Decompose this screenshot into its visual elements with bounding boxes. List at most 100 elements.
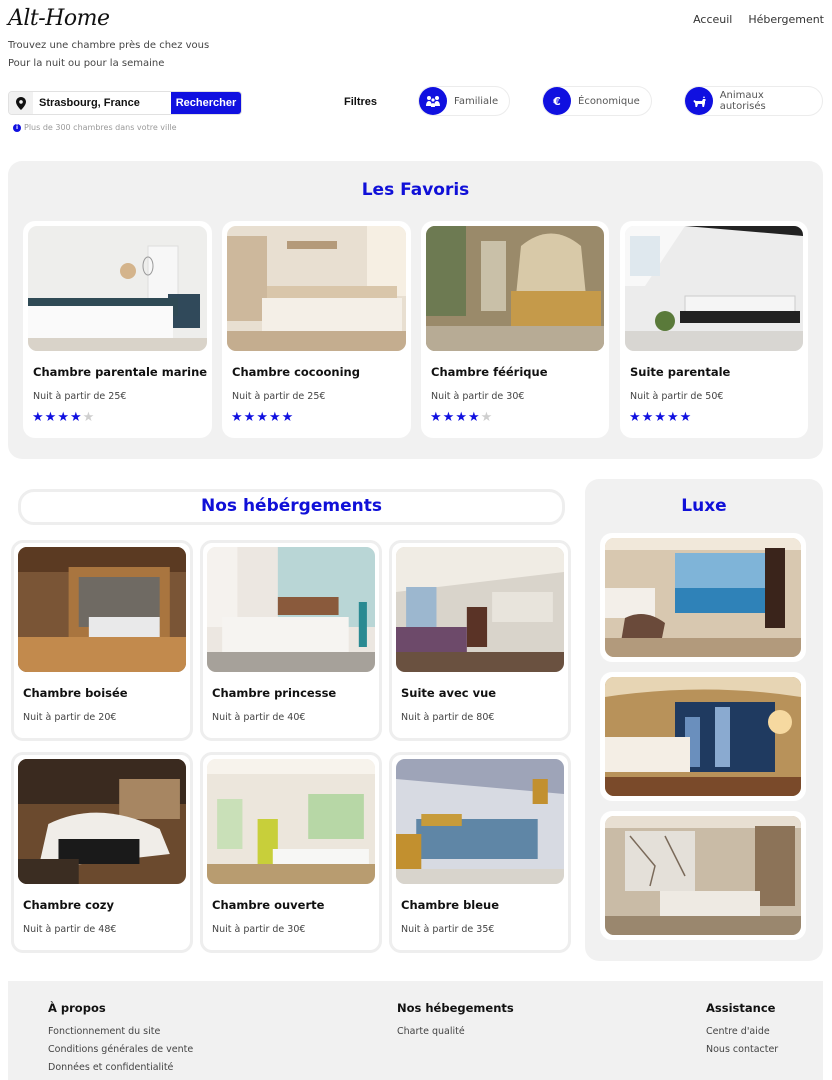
footer-link[interactable]: Conditions générales de vente bbox=[48, 1044, 193, 1055]
location-search-input[interactable] bbox=[33, 92, 171, 114]
room-price: Nuit à partir de 35€ bbox=[401, 924, 495, 935]
search-hint: i Plus de 300 chambres dans votre ville bbox=[13, 123, 177, 132]
star-icon: ★ bbox=[243, 410, 256, 425]
room-price: Nuit à partir de 30€ bbox=[212, 924, 306, 935]
filter-economique[interactable]: € Économique bbox=[542, 86, 652, 116]
site-footer: À propos Fonctionnement du site Conditio… bbox=[8, 981, 823, 1080]
room-photo bbox=[396, 547, 564, 672]
room-price: Nuit à partir de 80€ bbox=[401, 712, 495, 723]
room-photo bbox=[605, 538, 801, 657]
favoris-card[interactable]: Chambre cocooning Nuit à partir de 25€ ★… bbox=[222, 221, 411, 438]
footer-link[interactable]: Nous contacter bbox=[706, 1044, 778, 1055]
nos-hebergements-title: Nos hébérgements bbox=[201, 496, 382, 516]
main-nav: Acceuil Hébergement bbox=[693, 13, 824, 26]
filter-familiale-label: Familiale bbox=[454, 95, 499, 107]
star-icon: ★ bbox=[82, 410, 95, 425]
footer-col-hebergements: Nos hébegements Charte qualité bbox=[397, 1001, 514, 1044]
tagline-primary: Trouvez une chambre près de chez vous bbox=[8, 40, 210, 51]
star-icon: ★ bbox=[69, 410, 82, 425]
room-price: Nuit à partir de 25€ bbox=[33, 391, 127, 402]
hebergement-card[interactable]: Chambre cozy Nuit à partir de 48€ bbox=[11, 752, 193, 953]
nav-accueil-link[interactable]: Acceuil bbox=[693, 13, 732, 26]
footer-col-assistance: Assistance Centre d'aide Nous contacter bbox=[706, 1001, 778, 1062]
room-name: Chambre ouverte bbox=[212, 898, 325, 912]
room-name: Suite avec vue bbox=[401, 686, 497, 700]
filter-animaux[interactable]: Animaux autorisés bbox=[684, 86, 823, 116]
filters-label: Filtres bbox=[344, 96, 378, 108]
search-hint-text: Plus de 300 chambres dans votre ville bbox=[24, 123, 177, 132]
star-icon: ★ bbox=[654, 410, 666, 425]
footer-link[interactable]: Fonctionnement du site bbox=[48, 1026, 193, 1037]
room-photo bbox=[426, 226, 604, 351]
footer-heading: Assistance bbox=[706, 1001, 776, 1015]
star-icon: ★ bbox=[32, 410, 44, 425]
star-icon: ★ bbox=[641, 410, 654, 425]
footer-link[interactable]: Données et confidentialité bbox=[48, 1062, 193, 1073]
room-name: Chambre bleue bbox=[401, 898, 500, 912]
search-button[interactable]: Rechercher bbox=[171, 92, 241, 114]
room-name: Chambre boisée bbox=[23, 686, 128, 700]
room-name: Chambre féérique bbox=[431, 365, 548, 379]
footer-col-apropos: À propos Fonctionnement du site Conditio… bbox=[48, 1001, 193, 1080]
star-icon: ★ bbox=[467, 410, 480, 425]
tagline-secondary: Pour la nuit ou pour la semaine bbox=[8, 58, 165, 69]
filter-familiale[interactable]: Familiale bbox=[418, 86, 510, 116]
hebergement-card[interactable]: Chambre boisée Nuit à partir de 20€ bbox=[11, 540, 193, 741]
site-logo[interactable]: Alt-Home bbox=[8, 6, 110, 31]
luxe-card[interactable] bbox=[600, 811, 806, 940]
star-icon: ★ bbox=[430, 410, 442, 425]
star-icon: ★ bbox=[44, 410, 57, 425]
star-icon: ★ bbox=[268, 410, 281, 425]
location-pin-icon bbox=[9, 92, 33, 114]
room-photo bbox=[605, 816, 801, 935]
star-icon: ★ bbox=[442, 410, 455, 425]
room-photo bbox=[625, 226, 803, 351]
room-price: Nuit à partir de 25€ bbox=[232, 391, 326, 402]
luxe-card[interactable] bbox=[600, 533, 806, 662]
rating-stars: ★ ★ ★ ★ ★ bbox=[629, 411, 803, 424]
star-icon: ★ bbox=[57, 410, 69, 425]
star-icon: ★ bbox=[455, 410, 467, 425]
room-photo bbox=[18, 759, 186, 884]
rating-stars: ★ ★ ★ ★ ★ bbox=[430, 411, 604, 424]
luxe-title: Luxe bbox=[681, 496, 727, 516]
star-icon: ★ bbox=[629, 410, 641, 425]
room-photo bbox=[227, 226, 406, 351]
room-photo bbox=[28, 226, 207, 351]
pet-icon bbox=[685, 87, 713, 115]
star-icon: ★ bbox=[281, 410, 294, 425]
room-photo bbox=[605, 677, 801, 796]
star-icon: ★ bbox=[231, 410, 243, 425]
room-name: Chambre cocooning bbox=[232, 365, 360, 379]
filter-economique-label: Économique bbox=[578, 95, 640, 107]
room-name: Chambre princesse bbox=[212, 686, 337, 700]
rating-stars: ★ ★ ★ ★ ★ bbox=[231, 411, 406, 424]
hebergement-card[interactable]: Suite avec vue Nuit à partir de 80€ bbox=[389, 540, 571, 741]
footer-heading: Nos hébegements bbox=[397, 1001, 514, 1015]
star-icon: ★ bbox=[679, 410, 692, 425]
star-icon: ★ bbox=[480, 410, 493, 425]
search-bar: Rechercher bbox=[8, 91, 242, 115]
hebergement-card[interactable]: Chambre princesse Nuit à partir de 40€ bbox=[200, 540, 382, 741]
favoris-card[interactable]: Chambre parentale marine Nuit à partir d… bbox=[23, 221, 212, 438]
favoris-title: Les Favoris bbox=[361, 180, 470, 200]
room-name: Chambre parentale marine bbox=[33, 365, 208, 379]
room-photo bbox=[396, 759, 564, 884]
filter-animaux-label: Animaux autorisés bbox=[719, 90, 766, 112]
room-price: Nuit à partir de 48€ bbox=[23, 924, 117, 935]
room-name: Chambre cozy bbox=[23, 898, 114, 912]
room-name: Suite parentale bbox=[630, 365, 731, 379]
favoris-card[interactable]: Suite parentale Nuit à partir de 50€ ★ ★ ★… bbox=[620, 221, 808, 438]
hebergement-card[interactable]: Chambre bleue Nuit à partir de 35€ bbox=[389, 752, 571, 953]
rating-stars: ★ ★ ★ ★ ★ bbox=[32, 411, 207, 424]
footer-link[interactable]: Centre d'aide bbox=[706, 1026, 778, 1037]
room-price: Nuit à partir de 50€ bbox=[630, 391, 724, 402]
favoris-card[interactable]: Chambre féérique Nuit à partir de 30€ ★ ★… bbox=[421, 221, 609, 438]
star-icon: ★ bbox=[666, 410, 679, 425]
footer-link[interactable]: Charte qualité bbox=[397, 1026, 514, 1037]
hebergement-card[interactable]: Chambre ouverte Nuit à partir de 30€ bbox=[200, 752, 382, 953]
room-price: Nuit à partir de 30€ bbox=[431, 391, 525, 402]
room-price: Nuit à partir de 20€ bbox=[23, 712, 117, 723]
luxe-card[interactable] bbox=[600, 672, 806, 801]
nav-hebergement-link[interactable]: Hébergement bbox=[748, 13, 824, 26]
